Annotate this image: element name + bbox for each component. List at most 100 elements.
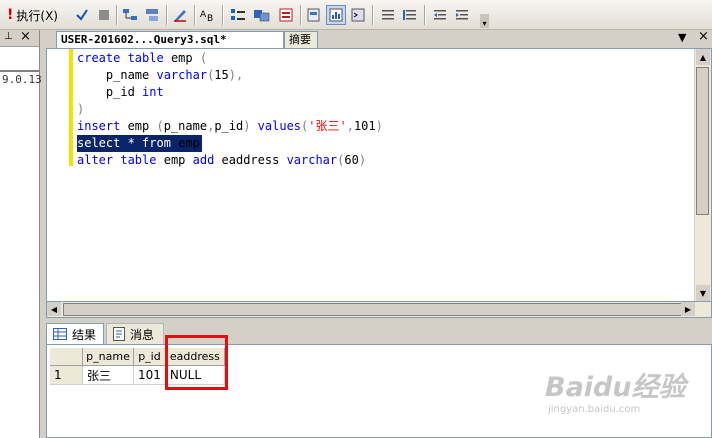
scroll-right-icon[interactable]: ▶ <box>681 302 695 316</box>
display-plan-button[interactable] <box>142 5 162 25</box>
execute-label: 执行(X) <box>16 8 58 23</box>
outdent-icon <box>434 10 446 20</box>
scroll-down-icon[interactable]: ▼ <box>696 285 710 301</box>
query-designer-button[interactable] <box>120 5 140 25</box>
code-line[interactable]: insert emp (p_name,p_id) values('张三',101… <box>77 118 383 135</box>
code-token: emp <box>178 136 200 150</box>
tab-results-label: 结果 <box>72 327 97 342</box>
code-token: p_name <box>77 68 157 82</box>
column-header-p-name[interactable]: p_name <box>82 348 134 366</box>
designer-icon <box>123 9 137 20</box>
uncomment-button[interactable] <box>400 5 420 25</box>
code-token: table <box>120 153 164 167</box>
comment-icon <box>382 10 394 20</box>
chevron-down-icon: ▾ <box>482 19 487 28</box>
intellisense-button[interactable]: AB <box>198 5 218 25</box>
code-line[interactable]: ) <box>77 101 383 118</box>
cancel-query-button[interactable] <box>94 5 114 25</box>
grid-icon <box>53 328 67 340</box>
code-token: from <box>142 136 179 150</box>
tab-summary[interactable]: 摘要 <box>284 31 318 48</box>
close-icon[interactable]: × <box>20 29 31 44</box>
code-token: add <box>192 153 222 167</box>
vertical-scroll-thumb[interactable] <box>696 67 709 215</box>
results-to-text-button[interactable] <box>228 5 248 25</box>
code-token: , <box>346 119 354 133</box>
svg-text:A: A <box>200 10 207 20</box>
annotation-highlight-box <box>165 335 228 390</box>
object-explorer-panel: ⊥ × 9.0.13 <box>0 29 42 438</box>
vertical-scrollbar[interactable]: ▲ ▼ <box>694 49 711 301</box>
tab-messages[interactable]: 消息 <box>106 323 164 344</box>
plan-icon <box>146 9 158 21</box>
results-to-grid-button[interactable] <box>252 5 272 25</box>
row-number[interactable]: 1 <box>50 365 83 385</box>
tab-query3[interactable]: USER-201602...Query3.sql* <box>56 31 284 48</box>
code-area[interactable]: create table emp ( p_name varchar(15), p… <box>77 50 383 169</box>
scroll-left-icon[interactable]: ◀ <box>47 302 61 316</box>
include-plan-button[interactable] <box>304 5 324 25</box>
indent-icon <box>456 10 468 20</box>
execute-button[interactable]: ! 执行(X) <box>4 5 61 25</box>
code-line-selected[interactable]: select * from emp <box>77 135 383 152</box>
code-line[interactable]: p_name varchar(15), <box>77 67 383 84</box>
code-line[interactable]: create table emp ( <box>77 50 383 67</box>
sqlcmd-mode-button[interactable] <box>348 5 368 25</box>
editor-gutter <box>47 49 63 301</box>
pin-icon[interactable]: ⊥ <box>4 31 13 42</box>
code-line[interactable]: alter table emp add eaddress varchar(60) <box>77 152 383 169</box>
comment-out-button[interactable] <box>378 5 398 25</box>
column-header-p-id[interactable]: p_id <box>133 348 166 366</box>
code-token: ) <box>77 102 85 116</box>
server-version: 9.0.13 <box>2 73 42 86</box>
code-token: p_id <box>214 119 244 133</box>
sql-editor[interactable]: create table emp ( p_name varchar(15), p… <box>46 48 712 302</box>
code-token: emp <box>163 153 193 167</box>
horizontal-scrollbar[interactable]: ◀ ▶ <box>46 302 712 318</box>
decrease-indent-button[interactable] <box>430 5 450 25</box>
tab-results[interactable]: 结果 <box>46 323 104 344</box>
increase-indent-button[interactable] <box>452 5 472 25</box>
change-tracking-bar <box>69 49 73 166</box>
stop-icon <box>99 10 109 20</box>
document-tabstrip: USER-201602...Query3.sql* 摘要 ▼ × <box>46 29 712 48</box>
results-to-file-button[interactable] <box>276 5 296 25</box>
code-token: 60 <box>344 153 359 167</box>
cell-p-id[interactable]: 101 <box>133 365 166 385</box>
code-token: insert <box>77 119 128 133</box>
code-token: create <box>77 51 128 65</box>
code-token: table <box>127 51 171 65</box>
row-header-corner[interactable] <box>50 348 83 366</box>
cell-p-name[interactable]: 张三 <box>82 365 134 385</box>
watermark-url: jingyan.baidu.com <box>548 404 641 415</box>
tab-list-dropdown-icon[interactable]: ▼ <box>678 31 686 44</box>
code-token: select <box>77 136 128 150</box>
close-document-icon[interactable]: × <box>698 29 709 44</box>
uncomment-icon <box>403 10 416 20</box>
toolbar-overflow-button[interactable]: ▾ <box>480 14 489 28</box>
code-token: int <box>142 85 164 99</box>
code-token: 101 <box>353 119 376 133</box>
client-statistics-button[interactable] <box>326 5 346 25</box>
code-token: ) <box>358 153 367 167</box>
message-icon <box>113 327 125 341</box>
execute-icon: ! <box>7 7 14 23</box>
code-token: emp <box>127 119 157 133</box>
ab-icon: AB <box>200 10 213 23</box>
grid-results-icon <box>254 10 270 22</box>
parse-button[interactable] <box>72 5 92 25</box>
code-line[interactable]: p_id int <box>77 84 383 101</box>
tab-messages-label: 消息 <box>130 327 155 342</box>
horizontal-scroll-thumb[interactable] <box>63 303 693 316</box>
scroll-up-icon[interactable]: ▲ <box>696 49 710 65</box>
edit-query-button[interactable] <box>170 5 190 25</box>
code-token: emp <box>170 51 200 65</box>
code-token: varchar <box>156 68 208 82</box>
code-token: p_id <box>77 85 143 99</box>
code-token: alter <box>77 153 121 167</box>
code-token: ) <box>243 119 258 133</box>
plan-doc-icon <box>307 8 320 22</box>
query-toolbar: ! 执行(X) AB ▾ <box>0 0 712 30</box>
text-results-icon <box>231 9 245 20</box>
watermark-brand: Baidu经验 <box>545 372 686 403</box>
